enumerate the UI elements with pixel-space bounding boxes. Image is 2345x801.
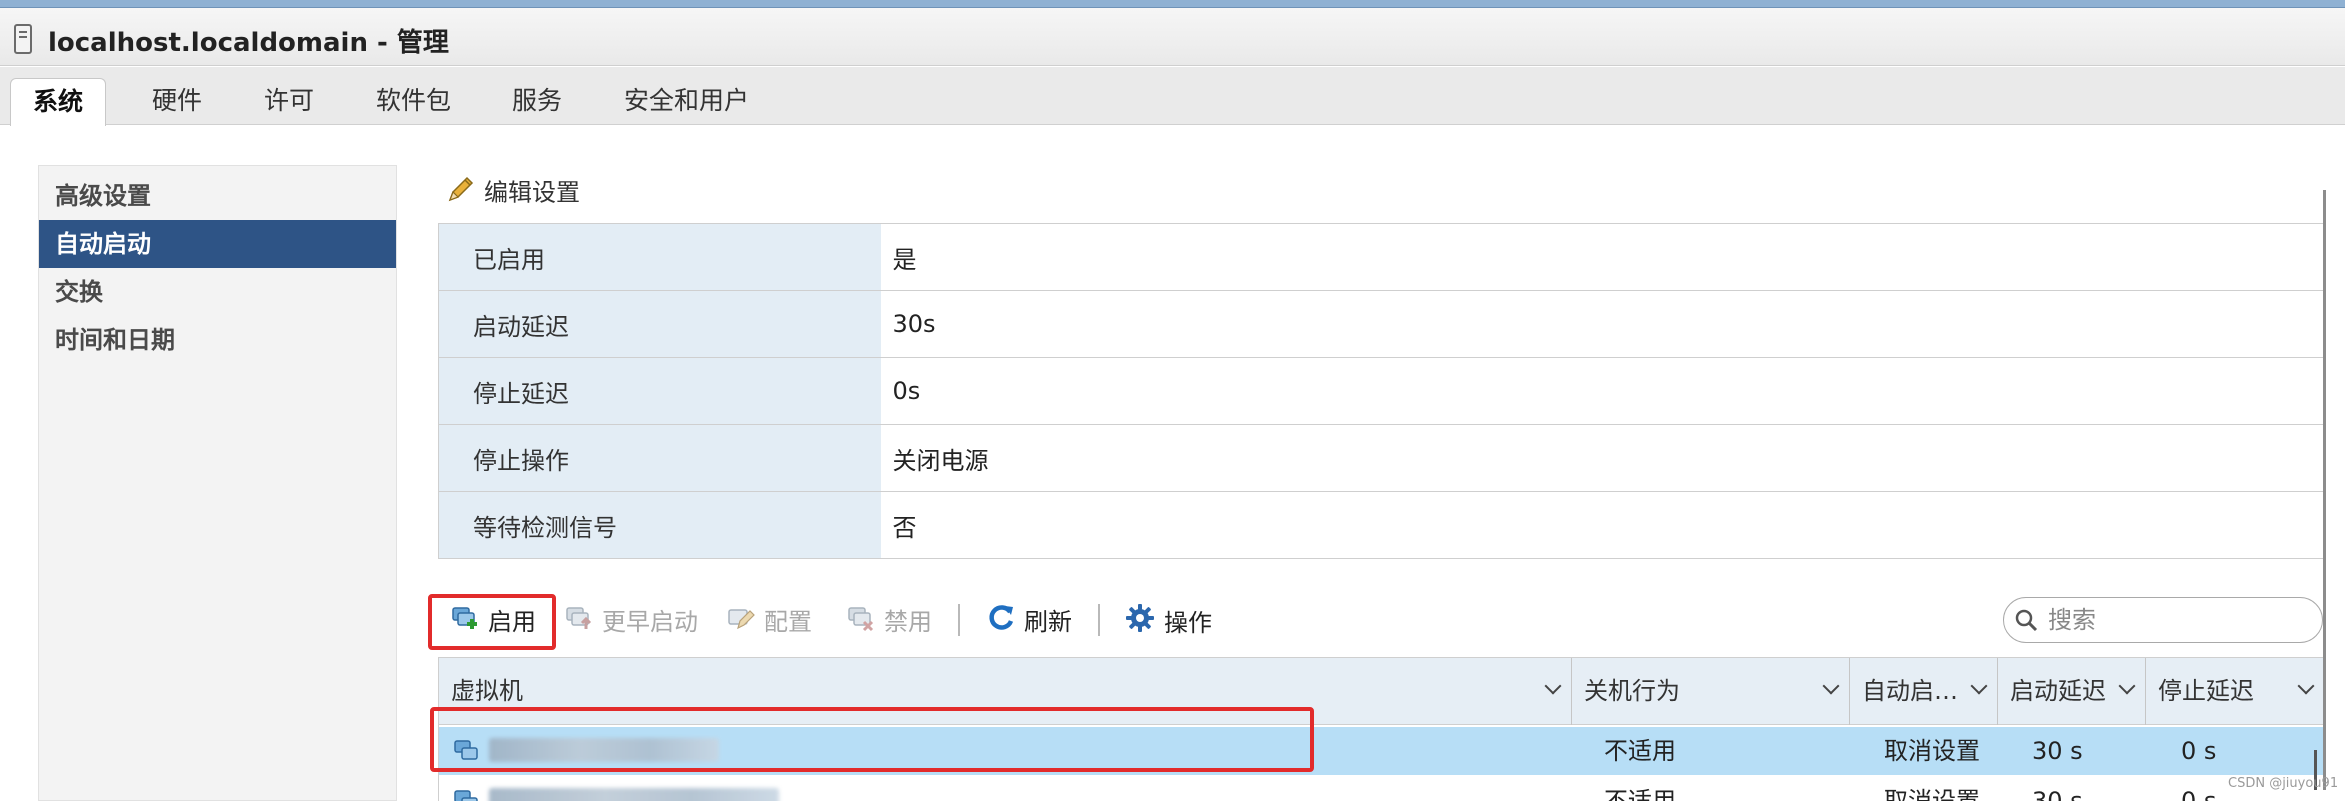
gear-icon [1124,602,1156,646]
property-value: 30s [880,290,2324,358]
search-icon [2014,608,2038,636]
cell-stop-delay: 0 s [2181,737,2217,765]
disable-button[interactable]: 禁用 [846,602,932,642]
actions-button-label: 操作 [1164,609,1212,637]
table-row[interactable]: 不适用 取消设置 30 s 0 s [439,777,2324,801]
tab-system[interactable]: 系统 [10,78,107,126]
property-row: 等待检测信号 否 [438,491,2324,559]
start-earlier-button[interactable]: 更早启动 [564,602,698,642]
chevron-down-icon[interactable] [2297,677,2315,695]
property-value: 0s [880,357,2324,425]
property-key: 已启用 [438,223,881,291]
column-header-start-delay[interactable]: 启动延迟 [1998,658,2146,725]
pencil-icon [446,174,476,213]
sidebar-item-advanced-settings[interactable]: 高级设置 [39,172,396,220]
property-value: 否 [880,491,2324,559]
sidebar: 高级设置 自动启动 交换 时间和日期 [38,165,397,801]
vm-enable-icon [450,602,480,644]
refresh-button-label: 刷新 [1024,608,1072,636]
configure-button[interactable]: 配置 [726,602,812,642]
cell-autostart: 取消设置 [1884,737,1980,765]
property-value: 关闭电源 [880,424,2324,492]
top-accent-bar [0,0,2345,8]
enable-button[interactable]: 启用 [450,602,536,642]
property-row: 已启用 是 [438,223,2324,291]
cell-stop-delay: 0 s [2181,787,2217,801]
edit-settings-label: 编辑设置 [484,178,580,207]
table-row[interactable]: 不适用 取消设置 30 s 0 s [439,727,2324,775]
column-header-autostart[interactable]: 自动启… [1850,658,1998,725]
vm-icon [453,787,481,801]
vm-icon [453,737,481,771]
column-header-shutdown-behavior[interactable]: 关机行为 [1572,658,1850,725]
start-earlier-button-label: 更早启动 [602,608,698,636]
property-key: 启动延迟 [438,290,881,358]
tab-services[interactable]: 服务 [490,78,584,125]
toolbar-separator [958,604,960,636]
vm-disable-icon [846,602,876,644]
window-title: localhost.localdomain - 管理 [48,28,449,58]
search-input[interactable] [2048,603,2308,637]
vm-name-redacted [489,788,779,801]
tab-strip: 系统 硬件 许可 软件包 服务 安全和用户 [0,67,2345,126]
toolbar-separator [1098,604,1100,636]
tab-security-users[interactable]: 安全和用户 [602,78,771,125]
tab-hardware[interactable]: 硬件 [130,78,224,125]
watermark: CSDN @jiuyou91 [2228,776,2339,791]
vm-start-earlier-icon [564,602,594,644]
autostart-vm-grid: 虚拟机 关机行为 自动启… 启动延迟 停止延迟 不适用 取消设置 30 s 0 … [438,657,2324,801]
edit-settings-button[interactable]: 编辑设置 [446,174,580,208]
sidebar-item-time-date[interactable]: 时间和日期 [39,316,396,364]
cell-start-delay: 30 s [2032,787,2083,801]
tab-packages[interactable]: 软件包 [354,78,473,125]
chevron-down-icon[interactable] [1544,677,1562,695]
disable-button-label: 禁用 [884,608,932,636]
chevron-down-icon[interactable] [1822,677,1840,695]
column-header-vm[interactable]: 虚拟机 [439,658,1572,725]
property-key: 停止延迟 [438,357,881,425]
page-scrollbar[interactable] [2323,190,2326,790]
column-header-stop-delay[interactable]: 停止延迟 [2146,658,2324,725]
configure-button-label: 配置 [764,608,812,636]
sidebar-item-swap[interactable]: 交换 [39,268,396,316]
vm-configure-icon [726,602,756,644]
vm-name-redacted [489,738,719,762]
cell-shutdown-behavior: 不适用 [1604,737,1676,765]
actions-button[interactable]: 操作 [1124,602,1212,642]
autostart-properties-table: 已启用 是 启动延迟 30s 停止延迟 0s 停止操作 关闭电源 等待检测信号 … [438,223,2324,559]
property-key: 停止操作 [438,424,881,492]
property-row: 停止操作 关闭电源 [438,424,2324,492]
property-row: 停止延迟 0s [438,357,2324,425]
property-row: 启动延迟 30s [438,290,2324,358]
chevron-down-icon[interactable] [1970,677,1988,695]
search-box[interactable] [2003,597,2323,643]
property-value: 是 [880,223,2324,291]
tab-license[interactable]: 许可 [242,78,336,125]
cell-autostart: 取消设置 [1884,787,1980,801]
window-titlebar: localhost.localdomain - 管理 [0,8,2345,66]
cell-start-delay: 30 s [2032,737,2083,765]
chevron-down-icon[interactable] [2118,677,2136,695]
grid-header: 虚拟机 关机行为 自动启… 启动延迟 停止延迟 [439,657,2324,725]
sidebar-item-autostart[interactable]: 自动启动 [39,220,396,268]
cell-shutdown-behavior: 不适用 [1604,787,1676,801]
vm-toolbar: 启用 更早启动 配置 禁用 刷新 操作 搜索 [438,594,2324,650]
property-key: 等待检测信号 [438,491,881,559]
host-icon [14,24,32,54]
refresh-button[interactable]: 刷新 [986,602,1072,642]
refresh-icon [986,602,1016,644]
enable-button-label: 启用 [488,608,536,636]
